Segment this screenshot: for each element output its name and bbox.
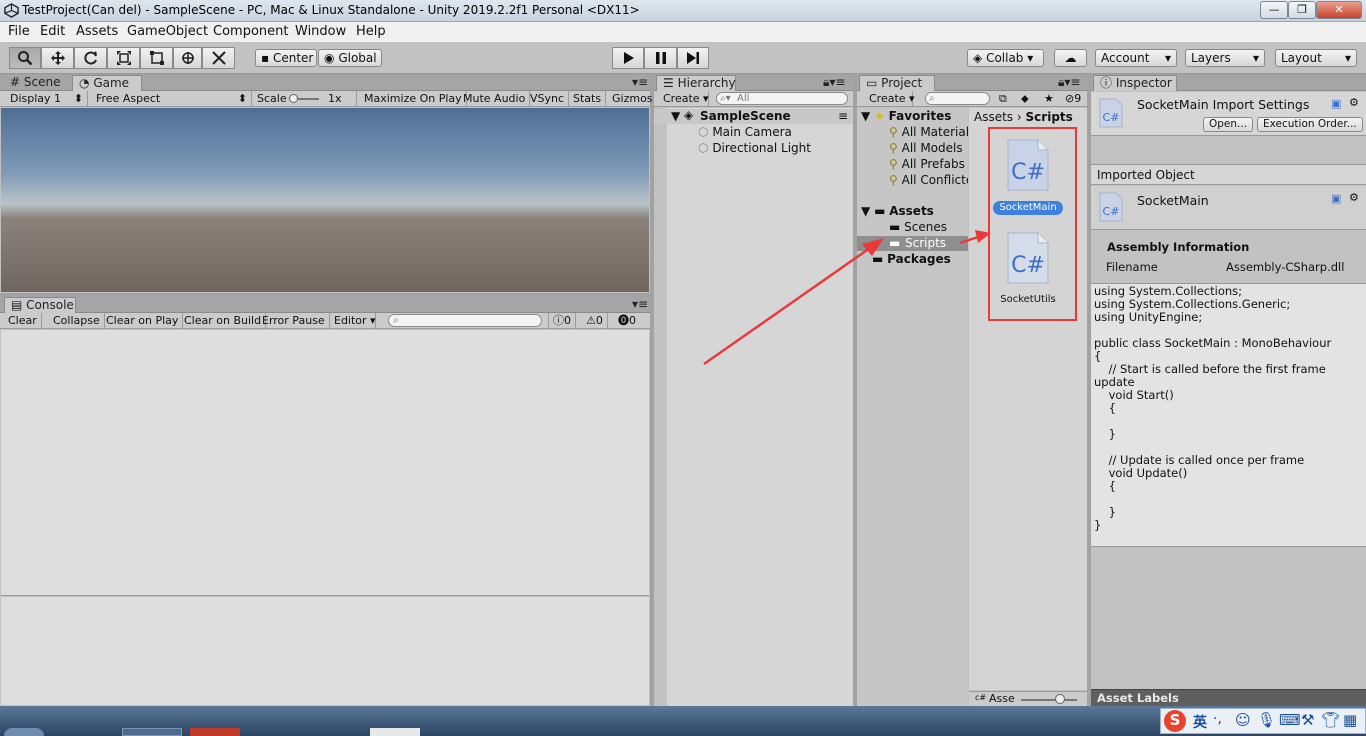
help-book-icon[interactable]: ▣: [1331, 97, 1341, 110]
gear-icon[interactable]: ⚙: [1349, 96, 1359, 109]
code-text: using System.Collections; using System.C…: [1094, 284, 1332, 532]
punctuation-icon[interactable]: ·,: [1213, 711, 1222, 727]
inspector-panel: ⓘ Inspector C# SocketMain Import Setting…: [1091, 75, 1366, 706]
annotation-arrow-long: [703, 246, 871, 366]
ime-language[interactable]: 英: [1193, 712, 1207, 732]
annotation-arrow-short: [959, 235, 979, 245]
inspector-header: C# SocketMain Import Settings ▣ ⚙ Open..…: [1091, 92, 1366, 136]
csharp-file-icon: C#: [1099, 192, 1123, 222]
imported-object-label: Imported Object: [1097, 168, 1195, 182]
gear-icon[interactable]: ⚙: [1349, 191, 1359, 204]
csharp-file-icon-label: C#: [1103, 111, 1120, 124]
tab-inspector[interactable]: ⓘ Inspector: [1093, 75, 1177, 91]
inspector-tabs: ⓘ Inspector: [1091, 75, 1366, 91]
annotation-arrowhead: [975, 230, 991, 243]
windows-taskbar: S 英 ·, ☺ 🎙︎ ⌨ ⚒ 👕︎ ▦: [0, 706, 1366, 736]
code-preview: using System.Collections; using System.C…: [1091, 283, 1366, 547]
csharp-file-icon: C#: [1099, 98, 1123, 128]
asset-labels-label: Asset Labels: [1097, 691, 1179, 705]
info-icon: ⓘ: [1100, 76, 1113, 90]
execution-order-button[interactable]: Execution Order...: [1257, 117, 1363, 132]
csharp-file-icon-label: C#: [1103, 205, 1120, 218]
annotation-arrowhead: [862, 238, 884, 256]
inspector-title: SocketMain Import Settings: [1137, 97, 1310, 112]
taskbar-app[interactable]: [122, 728, 182, 736]
imported-object-row: C# SocketMain ▣ ⚙: [1091, 186, 1366, 230]
filename-value: Assembly-CSharp.dll: [1226, 260, 1345, 274]
assembly-heading: Assembly Information: [1107, 240, 1250, 254]
taskbar-app[interactable]: [190, 728, 240, 736]
help-book-icon[interactable]: ▣: [1331, 192, 1341, 205]
grid-menu-icon[interactable]: ▦: [1343, 711, 1357, 729]
ime-toolbar: S 英 ·, ☺ 🎙︎ ⌨ ⚒ 👕︎ ▦: [1160, 708, 1366, 734]
keyboard-icon[interactable]: ⌨: [1279, 711, 1301, 729]
sogou-ime-icon[interactable]: S: [1164, 710, 1186, 732]
taskbar-app[interactable]: [370, 728, 420, 736]
open-button[interactable]: Open...: [1203, 117, 1254, 132]
emoji-icon[interactable]: ☺: [1235, 711, 1251, 729]
toolbox-icon[interactable]: ⚒: [1301, 711, 1314, 729]
filename-label: Filename: [1106, 260, 1158, 274]
start-button[interactable]: [4, 728, 44, 736]
imported-object-header: Imported Object: [1091, 164, 1366, 185]
microphone-icon[interactable]: 🎙︎: [1257, 711, 1276, 729]
skin-icon[interactable]: 👕︎: [1321, 711, 1340, 729]
object-name: SocketMain: [1137, 193, 1209, 208]
tab-inspector-label: Inspector: [1115, 76, 1172, 90]
asset-labels-bar: Asset Labels: [1091, 689, 1366, 706]
inspector-spacer: [1091, 137, 1366, 163]
